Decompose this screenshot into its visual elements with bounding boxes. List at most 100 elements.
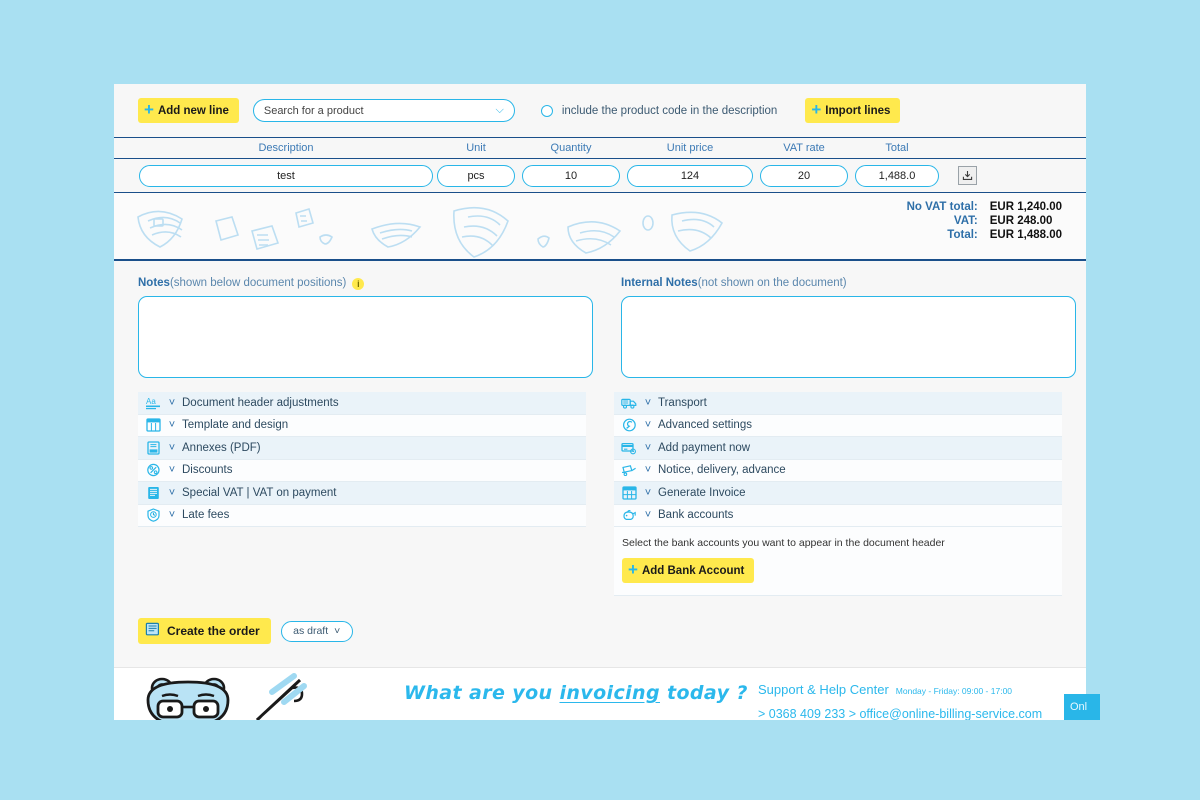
column-header-unit-price: Unit price bbox=[666, 142, 714, 154]
table-row: test pcs 10 124 20 1,488.0 bbox=[114, 159, 1086, 193]
floating-documents-decoration bbox=[137, 206, 724, 258]
chevron-down-icon: ˅ bbox=[334, 625, 341, 637]
totals-row-total: Total: EUR 1,488.00 bbox=[898, 229, 1062, 241]
info-icon[interactable]: i bbox=[352, 278, 365, 290]
totals-summary: No VAT total: EUR 1,240.00 VAT: EUR 248.… bbox=[898, 201, 1062, 241]
column-header-total: Total bbox=[885, 142, 909, 154]
description-input[interactable]: test bbox=[139, 164, 433, 187]
accordion-label: Annexes (PDF) bbox=[182, 441, 261, 454]
quantity-input[interactable]: 10 bbox=[522, 164, 620, 187]
column-header-description: Description bbox=[258, 142, 314, 154]
accordion-label: Transport bbox=[658, 396, 707, 409]
add-bank-account-button[interactable]: + Add Bank Account bbox=[622, 558, 755, 583]
chevron-down-icon: ˅ bbox=[168, 464, 176, 477]
column-header-unit: Unit bbox=[466, 142, 486, 154]
cell-actions bbox=[942, 166, 982, 185]
total-input[interactable]: 1,488.0 bbox=[855, 164, 939, 187]
totals-row-vat: VAT: EUR 248.00 bbox=[898, 215, 1062, 227]
chevron-down-icon: ˅ bbox=[168, 441, 176, 454]
cell-quantity: 10 bbox=[518, 164, 624, 187]
plus-icon: + bbox=[811, 100, 822, 119]
draft-status-label: as draft bbox=[293, 625, 329, 637]
chevron-down-icon: ˅ bbox=[644, 419, 652, 432]
chevron-down-icon: ˅ bbox=[644, 396, 652, 409]
accordion-item-notice-delivery-advance[interactable]: ˅ Notice, delivery, advance bbox=[614, 459, 1062, 482]
accordion-item-annexes-pdf[interactable]: ˅ Annexes (PDF) bbox=[138, 437, 586, 460]
bank-accounts-hint: Select the bank accounts you want to app… bbox=[622, 537, 945, 549]
chevron-down-icon: ˅ bbox=[168, 396, 176, 409]
accordion-item-transport[interactable]: ˅ Transport bbox=[614, 392, 1062, 415]
column-header-vat-rate: VAT rate bbox=[783, 142, 825, 154]
cell-unit-price: 124 bbox=[624, 164, 756, 187]
add-bank-account-label: Add Bank Account bbox=[641, 564, 745, 577]
chevron-down-icon: ˅ bbox=[644, 486, 652, 499]
plus-icon: + bbox=[144, 100, 154, 119]
product-search-placeholder: Search for a product bbox=[263, 104, 364, 117]
no-vat-total-label: No VAT total: bbox=[906, 201, 978, 213]
accordion-item-special-vat[interactable]: ˅ Special VAT | VAT on payment bbox=[138, 482, 586, 505]
online-status-badge[interactable]: Onl bbox=[1064, 694, 1100, 720]
accordion-item-late-fees[interactable]: ˅ Late fees bbox=[138, 504, 586, 527]
accordion-item-discounts[interactable]: ˅ Discounts bbox=[138, 459, 586, 482]
invoice-document-icon bbox=[145, 622, 161, 640]
no-vat-total-value: EUR 1,240.00 bbox=[989, 201, 1062, 213]
discount-tag-icon bbox=[144, 462, 162, 478]
vat-document-icon bbox=[144, 485, 162, 501]
notes-subtitle: (shown below document positions) bbox=[169, 277, 347, 289]
accordion-item-generate-invoice[interactable]: ˅ Generate Invoice bbox=[614, 482, 1062, 505]
payment-card-icon bbox=[620, 440, 638, 456]
chevron-down-icon: ˅ bbox=[644, 441, 652, 454]
cell-total: 1,488.0 bbox=[852, 164, 942, 187]
accordion-label: Notice, delivery, advance bbox=[658, 464, 786, 477]
accordion-item-add-payment-now[interactable]: ˅ Add payment now bbox=[614, 437, 1062, 460]
download-icon[interactable] bbox=[957, 166, 977, 185]
include-product-code-label: include the product code in the descript… bbox=[561, 104, 778, 117]
accordion-label: Add payment now bbox=[658, 441, 751, 454]
support-contact[interactable]: > 0368 409 233 > office@online-billing-s… bbox=[758, 707, 1042, 720]
create-the-order-button[interactable]: Create the order bbox=[138, 618, 271, 644]
support-block: Support & Help Center Monday - Friday: 09… bbox=[758, 681, 1042, 720]
total-value: EUR 1,488.00 bbox=[989, 229, 1062, 241]
draft-status-select[interactable]: as draft ˅ bbox=[280, 620, 353, 642]
piggy-bank-icon bbox=[620, 507, 638, 523]
include-product-code-option[interactable]: include the product code in the descript… bbox=[540, 104, 778, 117]
page-footer: What are you invoicing today ? Support &… bbox=[114, 667, 1086, 720]
accordion-item-document-header-adjustments[interactable]: Aa ˅ Document header adjustments bbox=[138, 392, 586, 415]
cell-vat-rate: 20 bbox=[756, 164, 852, 187]
chevron-down-icon: ˅ bbox=[168, 486, 176, 499]
vat-rate-input[interactable]: 20 bbox=[760, 164, 848, 187]
pdf-document-icon bbox=[144, 440, 162, 456]
slogan-part1: What are you bbox=[404, 682, 560, 704]
accordion-label: Generate Invoice bbox=[658, 486, 746, 499]
support-title: Support & Help Center bbox=[758, 682, 889, 697]
chevron-down-icon: ˅ bbox=[644, 464, 652, 477]
cell-unit: pcs bbox=[434, 164, 518, 187]
internal-notes-column: Internal Notes(not shown on the document… bbox=[621, 277, 1076, 378]
line-items-table-header: Description Unit Quantity Unit price VAT… bbox=[114, 137, 1086, 159]
import-lines-button[interactable]: + Import lines bbox=[805, 98, 901, 123]
accordion-label: Special VAT | VAT on payment bbox=[182, 486, 337, 499]
text-format-icon: Aa bbox=[144, 395, 162, 411]
truck-icon bbox=[620, 395, 638, 411]
invoice-grid-icon bbox=[620, 485, 638, 501]
chevron-down-icon: ˅ bbox=[168, 509, 176, 522]
cell-description: test bbox=[138, 164, 434, 187]
accordion-item-bank-accounts[interactable]: ˅ Bank accounts bbox=[614, 504, 1062, 527]
wrench-icon bbox=[620, 417, 638, 433]
accordion-item-advanced-settings[interactable]: ˅ Advanced settings bbox=[614, 414, 1062, 437]
chevron-down-icon: ⌵ bbox=[495, 104, 504, 116]
unit-input[interactable]: pcs bbox=[437, 164, 515, 187]
product-search-input[interactable]: Search for a product ⌵ bbox=[252, 99, 515, 122]
right-accordion-list: ˅ Transport ˅ Advanced settings ˅ Add pa… bbox=[614, 392, 1062, 596]
template-grid-icon bbox=[144, 417, 162, 433]
totals-row-no-vat: No VAT total: EUR 1,240.00 bbox=[898, 201, 1062, 213]
radio-icon[interactable] bbox=[540, 104, 553, 117]
accordion-item-template-and-design[interactable]: ˅ Template and design bbox=[138, 414, 586, 437]
delivery-cart-icon bbox=[620, 462, 638, 478]
add-new-line-button[interactable]: + Add new line bbox=[138, 98, 239, 123]
total-label: Total: bbox=[947, 229, 978, 241]
unit-price-input[interactable]: 124 bbox=[627, 164, 753, 187]
notes-textarea[interactable] bbox=[138, 296, 593, 378]
vat-label: VAT: bbox=[953, 215, 978, 227]
internal-notes-textarea[interactable] bbox=[621, 296, 1076, 378]
